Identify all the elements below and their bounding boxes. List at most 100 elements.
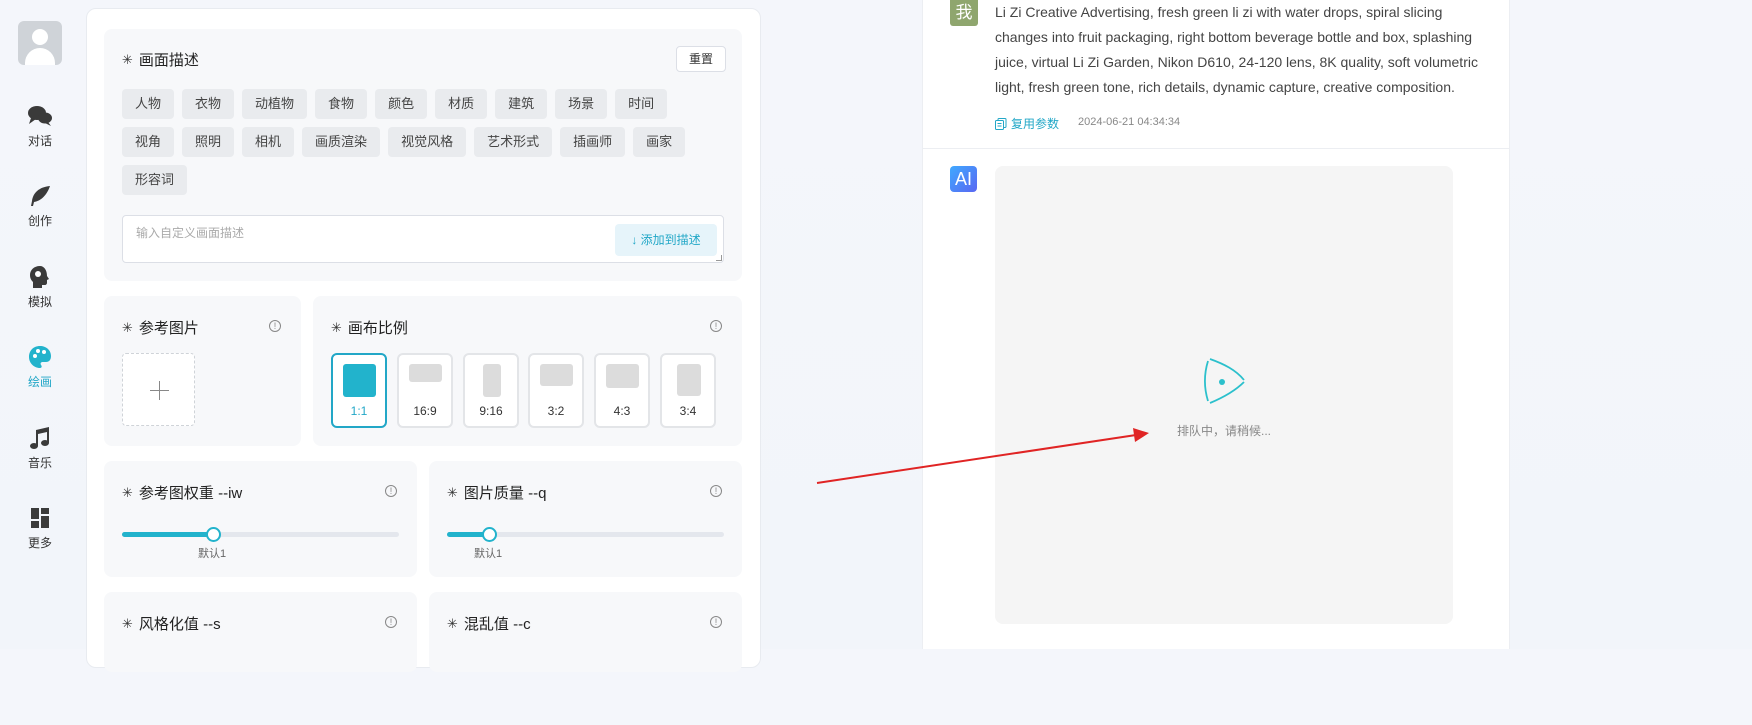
section-title: ✳ 画面描述 [122,51,199,70]
user-badge: 我 [950,0,978,26]
canvas-ratio-card: ✳ 画布比例 ! 1:1 16:9 9:16 3:2 4:3 3:4 [313,296,742,446]
add-to-description-button[interactable]: ↓ 添加到描述 [615,224,717,256]
image-weight-slider[interactable] [122,527,399,542]
info-icon[interactable]: ! [269,320,281,332]
info-icon[interactable]: ! [710,616,722,628]
slider-handle[interactable] [206,527,221,542]
prompt-tag[interactable]: 场景 [555,89,608,119]
asterisk-icon: ✳ [447,615,458,631]
prompt-tag[interactable]: 艺术形式 [474,127,553,157]
chat-history-panel: 我 Li Zi Creative Advertising, fresh gree… [922,0,1510,649]
ratio-label: 4:3 [613,404,631,418]
prompt-tag[interactable]: 画质渲染 [302,127,381,157]
asterisk-icon: ✳ [122,319,133,335]
section-title: ✳ 混乱值 --c [447,615,531,634]
side-nav: 对话 创作 模拟 绘画 音乐 更多 [0,0,80,649]
ratio-shape [606,364,639,388]
reference-image-card: ✳ 参考图片 ! [104,296,301,446]
draw-settings-panel: ✳ 画面描述 重置 人物 衣物 动植物 食物 颜色 材质 建筑 场景 时间 视角… [86,8,761,672]
user-prompt-text: Li Zi Creative Advertising, fresh green … [995,4,1478,95]
image-quality-slider[interactable] [447,527,724,542]
prompt-tag[interactable]: 画家 [633,127,686,157]
prompt-tag[interactable]: 建筑 [495,89,548,119]
ratio-label: 3:2 [547,404,565,418]
prompt-tag-list: 人物 衣物 动植物 食物 颜色 材质 建筑 场景 时间 视角 照明 相机 画质渲… [122,89,722,195]
prompt-tag[interactable]: 相机 [242,127,295,157]
slider-fill [122,532,213,537]
ratio-shape [540,364,573,386]
music-note-icon [30,427,49,449]
prompt-tag[interactable]: 动植物 [242,89,308,119]
slider-default-note: 默认1 [198,548,227,560]
ratio-shape [409,364,442,382]
ratio-label: 9:16 [479,404,503,418]
ratio-option-9-16[interactable]: 9:16 [463,353,519,428]
prompt-tag[interactable]: 衣物 [182,89,235,119]
ratio-label: 1:1 [350,404,368,418]
nav-label: 创作 [27,214,52,228]
prompt-tag[interactable]: 照明 [182,127,235,157]
prompt-tag[interactable]: 视觉风格 [388,127,467,157]
ratio-label: 16:9 [413,404,437,418]
image-weight-card: ✳ 参考图权重 --iw ! 默认1 [104,461,417,577]
nav-item-draw[interactable]: 绘画 [0,345,80,405]
ratio-label: 3:4 [679,404,697,418]
generation-placeholder: 排队中，请稍候... [995,166,1453,624]
asterisk-icon: ✳ [122,51,133,67]
loading-spinner-icon [1204,358,1245,404]
prompt-tag[interactable]: 颜色 [375,89,428,119]
input-placeholder: 输入自定义画面描述 [136,226,245,240]
prompt-tag[interactable]: 形容词 [122,165,188,195]
nav-label: 更多 [27,536,52,550]
asterisk-icon: ✳ [447,484,458,500]
image-quality-card: ✳ 图片质量 --q ! 默认1 [429,461,742,577]
prompt-tag[interactable]: 时间 [615,89,668,119]
prompt-tag[interactable]: 材质 [435,89,488,119]
ratio-option-4-3[interactable]: 4:3 [594,353,650,428]
ratio-shape [483,364,501,397]
ratio-option-3-4[interactable]: 3:4 [660,353,716,428]
prompt-tag[interactable]: 视角 [122,127,175,157]
copy-icon [995,117,1007,130]
ratio-option-16-9[interactable]: 16:9 [397,353,453,428]
nav-item-more[interactable]: 更多 [0,506,80,566]
queue-status: 排队中，请稍候... [1176,424,1271,438]
nav-item-simulate[interactable]: 模拟 [0,265,80,325]
info-icon[interactable]: ! [385,616,397,628]
resize-handle[interactable] [716,255,722,261]
ratio-option-1-1[interactable]: 1:1 [331,353,387,428]
prompt-tag[interactable]: 人物 [122,89,175,119]
info-icon[interactable]: ! [710,320,722,332]
ratio-option-3-2[interactable]: 3:2 [528,353,584,428]
asterisk-icon: ✳ [122,484,133,500]
slider-handle[interactable] [482,527,497,542]
custom-prompt-input[interactable]: 输入自定义画面描述 ↓ 添加到描述 [122,215,724,263]
palette-icon [29,346,51,368]
chaos-card: ✳ 混乱值 --c ! [429,592,742,672]
nav-label: 对话 [27,134,52,148]
section-title: ✳ 风格化值 --s [122,615,221,634]
head-profile-icon [30,266,49,288]
prompt-description-card: ✳ 画面描述 重置 人物 衣物 动植物 食物 颜色 材质 建筑 场景 时间 视角… [104,29,742,281]
asterisk-icon: ✳ [331,319,342,335]
divider [923,148,1509,149]
asterisk-icon: ✳ [122,615,133,631]
section-title: ✳ 参考图片 [122,319,199,338]
user-avatar[interactable] [18,21,62,65]
info-icon[interactable]: ! [710,485,722,497]
prompt-tag[interactable]: 食物 [315,89,368,119]
reset-button[interactable]: 重置 [676,46,726,72]
stylize-card: ✳ 风格化值 --s ! [104,592,417,672]
feather-icon [31,186,50,206]
nav-item-chat[interactable]: 对话 [0,104,80,164]
ratio-shape [343,364,376,397]
section-title: ✳ 画布比例 [331,319,408,338]
upload-reference-button[interactable] [122,353,195,426]
reuse-params-button[interactable]: 复用参数 [995,115,1059,132]
nav-item-music[interactable]: 音乐 [0,426,80,486]
prompt-tag[interactable]: 插画师 [560,127,626,157]
nav-item-create[interactable]: 创作 [0,184,80,244]
section-title: ✳ 图片质量 --q [447,484,547,503]
info-icon[interactable]: ! [385,485,397,497]
section-title: ✳ 参考图权重 --iw [122,484,243,503]
